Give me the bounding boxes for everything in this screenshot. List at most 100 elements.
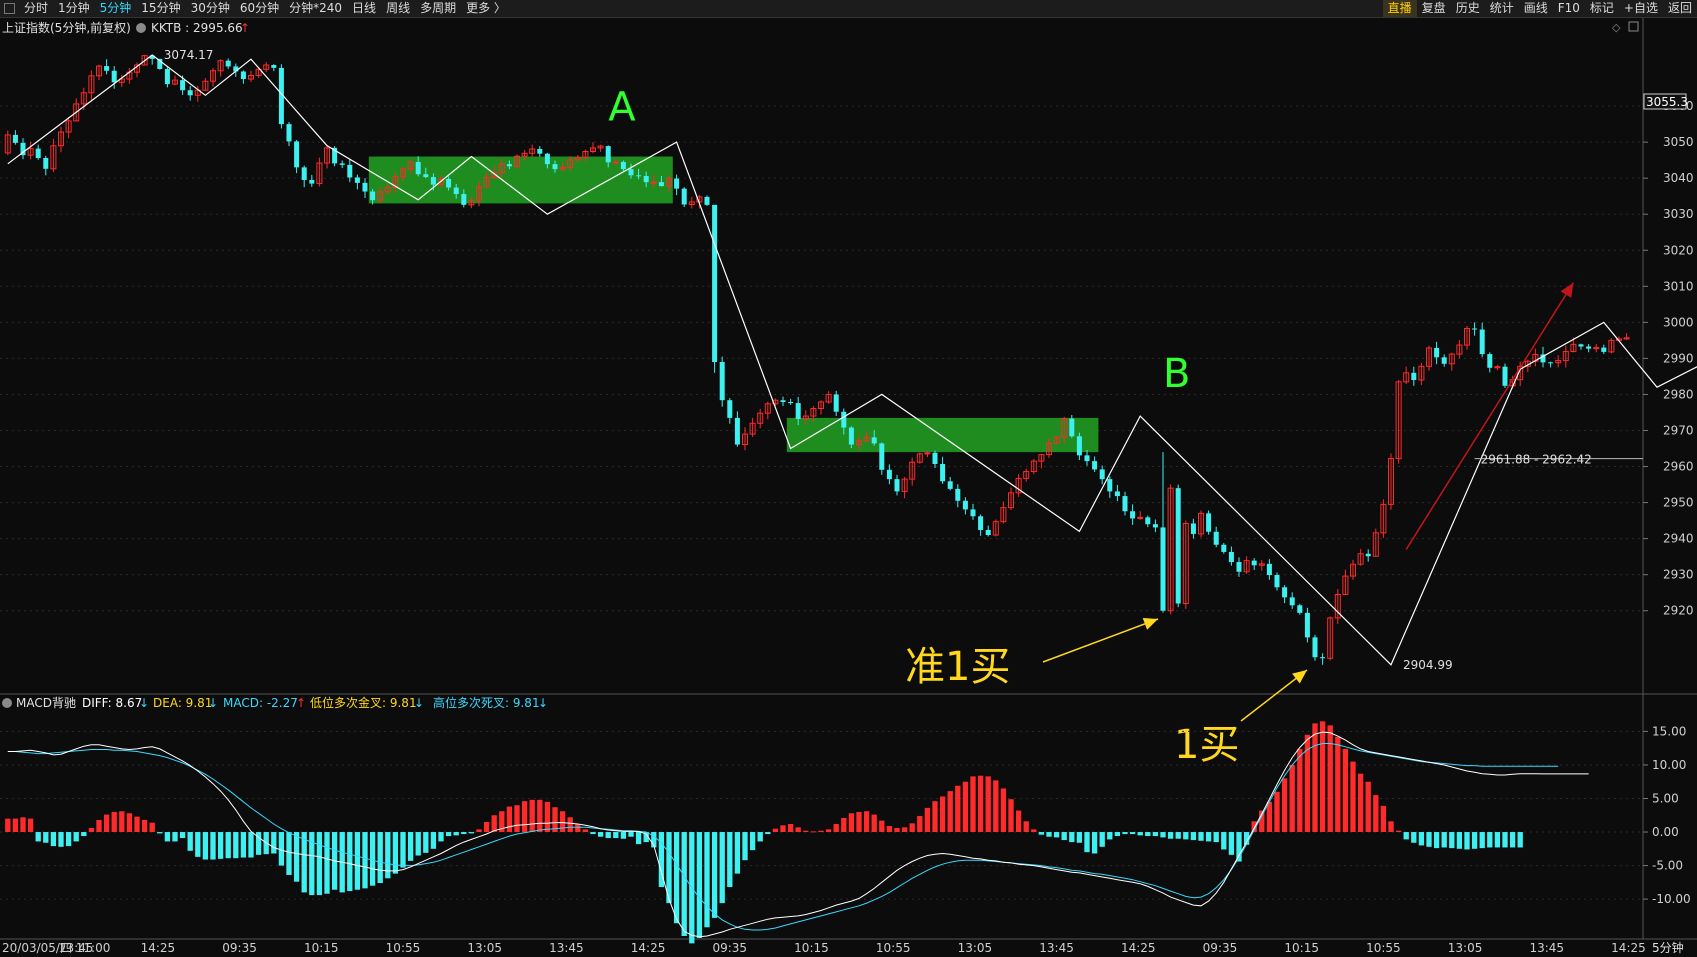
time-tick-label: 20/03/05/四 11:00 bbox=[2, 941, 110, 955]
macd-bar bbox=[970, 776, 976, 833]
candle-body-down bbox=[370, 191, 376, 201]
macd-bar bbox=[438, 832, 444, 842]
high-death-cross: 高位多次死叉: 9.81 bbox=[433, 695, 540, 710]
candle-body-down bbox=[453, 187, 459, 195]
macd-bar bbox=[727, 832, 733, 888]
macd-title: MACD背驰 bbox=[16, 696, 76, 710]
macd-dea-arrow: ↓ bbox=[208, 696, 218, 710]
period-tab-30min[interactable]: 30分钟 bbox=[186, 0, 235, 17]
back-button[interactable]: 返回 bbox=[1663, 0, 1697, 17]
macd-bar bbox=[1046, 832, 1052, 837]
pre-buy-label: 准1买 bbox=[905, 644, 1010, 690]
candle-body-down bbox=[1578, 344, 1584, 347]
period-tab-1min[interactable]: 1分钟 bbox=[53, 0, 95, 17]
time-tick-label: 10:55 bbox=[876, 941, 911, 955]
macd-bar bbox=[362, 832, 368, 889]
candle-body-down bbox=[111, 70, 117, 83]
macd-bar bbox=[172, 832, 178, 842]
live-button[interactable]: 直播 bbox=[1382, 0, 1417, 17]
candle-body-down bbox=[164, 68, 170, 85]
macd-bar bbox=[1205, 832, 1212, 842]
candle-body-down bbox=[1304, 612, 1310, 638]
price-tick-label: 3020 bbox=[1663, 243, 1694, 257]
replay-button[interactable]: 复盘 bbox=[1417, 0, 1451, 17]
macd-bar bbox=[286, 832, 292, 875]
macd-bar bbox=[1380, 805, 1387, 833]
price-tick-label: 2980 bbox=[1663, 387, 1694, 401]
macd-value-arrow: ↑ bbox=[296, 696, 306, 710]
macd-bar bbox=[1297, 748, 1303, 833]
macd-bar bbox=[1221, 832, 1227, 850]
macd-bar bbox=[195, 832, 201, 857]
macd-bar bbox=[354, 832, 361, 890]
stats-button[interactable]: 统计 bbox=[1485, 0, 1519, 17]
candles-layer bbox=[4, 54, 1630, 665]
macd-bar bbox=[1441, 832, 1447, 848]
period-tab-fenshi[interactable]: 分时 bbox=[19, 0, 53, 17]
add-watchlist-button[interactable]: +自选 bbox=[1619, 0, 1663, 17]
candle-body-down bbox=[1160, 527, 1166, 611]
time-tick-label: 14:25 bbox=[631, 941, 666, 955]
candle-body-down bbox=[1228, 551, 1234, 563]
candlestick-chart[interactable]: A B 3074.17 2904.99 2961.88 - 2962.42 准1… bbox=[0, 18, 1697, 957]
macd-bar bbox=[377, 832, 383, 884]
candle-body-down bbox=[1190, 523, 1196, 534]
macd-bar bbox=[316, 832, 323, 896]
macd-bar bbox=[711, 832, 718, 918]
macd-bar bbox=[1160, 832, 1166, 838]
macd-bar bbox=[43, 832, 49, 843]
macd-bar bbox=[1319, 721, 1326, 833]
candle-body-down bbox=[978, 516, 984, 530]
time-tick-label: 13:05 bbox=[958, 941, 993, 955]
price-tick-label: 2940 bbox=[1663, 532, 1694, 546]
candle-body-down bbox=[104, 66, 110, 71]
macd-bar bbox=[1479, 832, 1485, 849]
candle-body-down bbox=[628, 169, 634, 176]
candle-body-down bbox=[339, 163, 345, 165]
macd-bar bbox=[415, 832, 421, 856]
macd-bar bbox=[742, 832, 748, 861]
period-tab-more[interactable]: 更多 〉 bbox=[461, 0, 511, 17]
dea-line bbox=[7, 743, 1559, 931]
macd-diff: DIFF: 8.67 bbox=[82, 696, 142, 710]
price-tick-label: 3010 bbox=[1663, 279, 1694, 293]
candle-body-down bbox=[1221, 544, 1227, 552]
period-tab-240min[interactable]: 分钟*240 bbox=[284, 0, 347, 17]
price-tick-label: 3040 bbox=[1663, 171, 1694, 185]
period-tab-daily[interactable]: 日线 bbox=[347, 0, 381, 17]
candle-body-down bbox=[1586, 346, 1592, 349]
period-tab-15min[interactable]: 15分钟 bbox=[136, 0, 185, 17]
macd-tick-label: -5.00 bbox=[1652, 859, 1683, 873]
candle-body-down bbox=[962, 500, 968, 510]
candle-body-down bbox=[1479, 329, 1485, 355]
time-tick-label: 14:25 bbox=[141, 941, 176, 955]
diamond-icon[interactable]: ◇ bbox=[1612, 21, 1621, 34]
period-tab-5min[interactable]: 5分钟 bbox=[95, 0, 137, 17]
macd-bar bbox=[210, 832, 216, 860]
macd-bar bbox=[1122, 832, 1128, 835]
period-tab-multi[interactable]: 多周期 bbox=[415, 0, 461, 17]
history-button[interactable]: 历史 bbox=[1451, 0, 1485, 17]
macd-bar bbox=[400, 832, 406, 868]
price-tick-label: 3030 bbox=[1663, 207, 1694, 221]
macd-bar bbox=[1266, 801, 1273, 833]
maximize-icon[interactable] bbox=[1628, 21, 1639, 32]
mark-button[interactable]: 标记 bbox=[1585, 0, 1619, 17]
period-tab-60min[interactable]: 60分钟 bbox=[235, 0, 284, 17]
panel-toggle-icon[interactable] bbox=[4, 3, 15, 14]
candle-body-down bbox=[271, 64, 277, 68]
candle-body-down bbox=[362, 182, 368, 192]
period-tab-weekly[interactable]: 周线 bbox=[381, 0, 415, 17]
box-a-label: A bbox=[608, 85, 636, 131]
macd-bar bbox=[628, 832, 634, 837]
draw-line-button[interactable]: 画线 bbox=[1519, 0, 1553, 17]
candle-body-down bbox=[1236, 562, 1242, 572]
candle-body-down bbox=[301, 167, 307, 180]
candle-body-down bbox=[1175, 488, 1181, 604]
macd-bar bbox=[1190, 832, 1197, 841]
f10-button[interactable]: F10 bbox=[1553, 0, 1585, 17]
candle-body-down bbox=[947, 481, 953, 489]
indicator-settings-icon[interactable] bbox=[136, 23, 146, 33]
macd-settings-icon[interactable] bbox=[2, 698, 12, 708]
macd-bar bbox=[993, 780, 999, 833]
